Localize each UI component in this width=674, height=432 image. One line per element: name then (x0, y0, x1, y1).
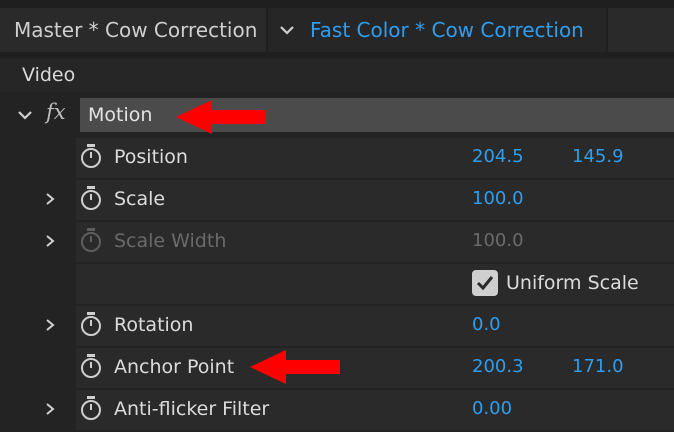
chevron-down-icon[interactable] (276, 19, 298, 41)
rotation-value[interactable]: 0.0 (472, 314, 501, 335)
tab-bar: Master * Cow Correction Fast Color * Cow… (0, 0, 674, 58)
red-arrow-icon (176, 100, 266, 134)
anchor-point-y-value[interactable]: 171.0 (572, 356, 624, 377)
stopwatch-icon (81, 228, 101, 252)
property-row-scale: Scale 100.0 (0, 178, 674, 220)
scale-value[interactable]: 100.0 (472, 188, 524, 209)
position-x-value[interactable]: 204.5 (472, 146, 524, 167)
uniform-scale-label: Uniform Scale (506, 272, 639, 294)
tab-bar-filler (608, 8, 674, 52)
stopwatch-icon[interactable] (78, 394, 104, 422)
video-section-header: Video (0, 58, 674, 92)
tab-fast-color-clip[interactable]: Fast Color * Cow Correction (268, 8, 606, 52)
checkmark-icon (476, 276, 494, 291)
property-row-rotation: Rotation 0.0 (0, 304, 674, 346)
scale-width-value: 100.0 (472, 230, 524, 251)
property-row-position: Position 204.5 145.9 (0, 136, 674, 178)
stopwatch-icon[interactable] (78, 352, 104, 380)
stopwatch-icon[interactable] (78, 310, 104, 338)
anti-flicker-label: Anti-flicker Filter (114, 398, 270, 420)
anchor-point-x-value[interactable]: 200.3 (472, 356, 524, 377)
property-row-anti-flicker: Anti-flicker Filter 0.00 (0, 388, 674, 430)
chevron-right-icon[interactable] (40, 189, 60, 209)
motion-effect-header[interactable]: Motion (80, 98, 674, 132)
anti-flicker-value[interactable]: 0.00 (472, 398, 512, 419)
row-background (76, 180, 674, 220)
chevron-right-icon[interactable] (40, 399, 60, 419)
video-section-title: Video (22, 64, 76, 86)
anchor-point-label: Anchor Point (114, 356, 235, 378)
motion-effect-label: Motion (88, 104, 153, 126)
property-row-uniform-scale: Uniform Scale (0, 262, 674, 304)
chevron-down-icon[interactable] (14, 104, 36, 126)
position-y-value[interactable]: 145.9 (572, 146, 624, 167)
position-label: Position (114, 146, 188, 168)
tab-master-label: Master * Cow Correction (14, 18, 258, 42)
stopwatch-icon[interactable] (78, 184, 104, 212)
motion-effect-row[interactable]: fx Motion (0, 94, 674, 136)
rotation-label: Rotation (114, 314, 194, 336)
tab-fast-color-label: Fast Color * Cow Correction (310, 18, 584, 42)
red-arrow-icon (250, 350, 340, 384)
stopwatch-icon[interactable] (78, 142, 104, 170)
scale-width-label: Scale Width (114, 230, 227, 252)
scale-label: Scale (114, 188, 166, 210)
tab-master-clip[interactable]: Master * Cow Correction (0, 8, 266, 52)
property-row-scale-width: Scale Width 100.0 (0, 220, 674, 262)
chevron-right-icon[interactable] (40, 231, 60, 251)
uniform-scale-checkbox[interactable] (472, 270, 498, 296)
chevron-right-icon[interactable] (40, 315, 60, 335)
fx-toggle-icon[interactable]: fx (46, 100, 66, 124)
